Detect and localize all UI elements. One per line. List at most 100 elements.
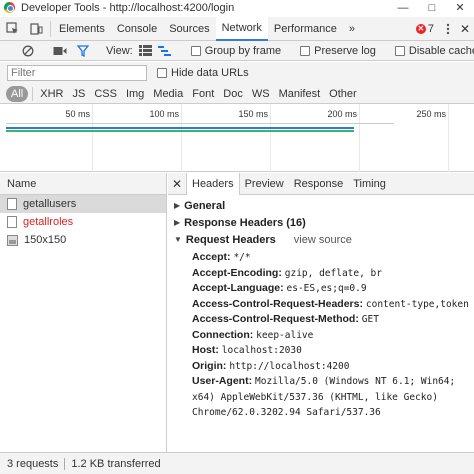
document-icon <box>7 198 17 210</box>
device-toolbar-button[interactable] <box>24 17 48 41</box>
tab-performance[interactable]: Performance <box>268 17 343 41</box>
view-label: View: <box>106 44 133 57</box>
devtools-tab-bar: Elements Console Sources Network Perform… <box>0 16 474 41</box>
collapsed-triangle-icon: ▶ <box>174 201 181 210</box>
type-filter-img[interactable]: Img <box>122 86 148 102</box>
preserve-log-checkbox[interactable]: Preserve log <box>300 45 376 57</box>
clear-button[interactable] <box>22 45 34 57</box>
view-source-link[interactable]: view source <box>294 234 352 246</box>
inspect-element-button[interactable] <box>0 17 24 41</box>
type-filter-other[interactable]: Other <box>325 86 361 102</box>
tab-console[interactable]: Console <box>111 17 163 41</box>
checkbox-box[interactable] <box>300 45 311 56</box>
name-column-header[interactable]: Name <box>0 173 166 195</box>
filter-bar: Hide data URLs <box>0 62 474 84</box>
header-value: GET <box>361 314 379 325</box>
checkbox-box[interactable] <box>394 45 405 56</box>
preserve-log-label: Preserve log <box>314 44 376 57</box>
resource-type-filters: All XHR JS CSS Img Media Font Doc WS Man… <box>0 84 474 104</box>
video-camera-icon <box>53 46 67 55</box>
header-value: es-ES,es;q=0.9 <box>286 283 367 294</box>
timeline-range-line <box>6 123 394 124</box>
status-bar: 3 requests 1.2 KB transferred <box>0 452 474 474</box>
request-count: 3 requests <box>7 457 59 470</box>
group-by-frame-label: Group by frame <box>204 44 282 57</box>
timeline-tick-label: 150 ms <box>238 109 268 119</box>
request-details-pane: ✕ Headers Preview Response Timing ▶ Gene… <box>168 173 474 452</box>
network-toolbar: View: Group by frame Preserve log Disabl… <box>0 41 474 61</box>
status-separator <box>64 457 66 470</box>
request-headers-section-toggle[interactable]: ▼ Request Headers view source <box>168 231 474 248</box>
request-row[interactable]: 150x150 <box>0 231 166 249</box>
type-filter-manifest[interactable]: Manifest <box>275 86 325 102</box>
tab-headers[interactable]: Headers <box>186 173 240 195</box>
disable-cache-checkbox[interactable]: Disable cache <box>394 44 474 57</box>
type-filter-doc[interactable]: Doc <box>219 86 247 102</box>
checkbox-box[interactable] <box>157 68 167 78</box>
customize-menu-button[interactable] <box>440 17 456 41</box>
overview-button[interactable] <box>157 45 172 56</box>
request-headers-list: Accept: */* Accept-Encoding: gzip, defla… <box>168 250 474 421</box>
header-row: Connection: keep-alive <box>168 328 474 344</box>
filter-toggle-button[interactable] <box>77 44 89 57</box>
disable-cache-label: Disable cache <box>408 44 474 57</box>
tab-preview[interactable]: Preview <box>240 173 289 195</box>
error-icon: ✕ <box>415 24 426 34</box>
header-row: Access-Control-Request-Method: GET <box>168 312 474 328</box>
close-window-button[interactable]: ✕ <box>446 0 474 15</box>
general-section-toggle[interactable]: ▶ General <box>168 197 474 214</box>
header-value: keep-alive <box>256 329 314 341</box>
tab-elements[interactable]: Elements <box>53 17 111 41</box>
timeline-request-bar <box>6 130 354 132</box>
type-filter-media[interactable]: Media <box>149 86 187 102</box>
close-devtools-button[interactable]: ✕ <box>456 17 474 41</box>
header-row: User-Agent: Mozilla/5.0 (Windows NT 6.1;… <box>168 374 474 421</box>
hide-data-urls-checkbox[interactable]: Hide data URLs <box>157 67 249 79</box>
hide-data-urls-label: Hide data URLs <box>171 67 249 79</box>
type-filter-font[interactable]: Font <box>188 86 218 102</box>
type-filter-ws[interactable]: WS <box>248 86 274 102</box>
minimize-button[interactable]: — <box>388 0 418 15</box>
details-tab-bar: ✕ Headers Preview Response Timing <box>168 173 474 195</box>
more-tabs-button[interactable]: » <box>343 17 361 41</box>
request-row[interactable]: getallroles <box>0 213 166 231</box>
tab-response[interactable]: Response <box>289 173 349 195</box>
timeline-gridline <box>359 104 360 172</box>
request-list: Name getallusers getallroles 150x150 <box>0 173 167 452</box>
close-details-button[interactable]: ✕ <box>168 177 186 191</box>
request-row[interactable]: getallusers <box>0 195 166 213</box>
maximize-button[interactable]: □ <box>418 0 446 15</box>
error-counter[interactable]: ✕ 7 <box>415 23 434 35</box>
timeline-tick-label: 250 ms <box>416 109 446 119</box>
type-separator <box>32 86 34 101</box>
type-filter-xhr[interactable]: XHR <box>36 86 67 102</box>
header-key: Access-Control-Request-Headers: <box>192 297 363 310</box>
tab-sources[interactable]: Sources <box>163 17 215 41</box>
tab-timing[interactable]: Timing <box>348 173 391 195</box>
clear-icon <box>22 45 34 56</box>
type-filter-js[interactable]: JS <box>68 86 89 102</box>
large-rows-button[interactable] <box>138 45 152 56</box>
header-key: Accept-Encoding: <box>192 266 282 279</box>
timeline-overview[interactable]: 50 ms 100 ms 150 ms 200 ms 250 ms <box>0 104 474 172</box>
header-value: */* <box>233 252 251 263</box>
header-key: Connection: <box>192 328 254 341</box>
filter-input[interactable] <box>7 65 147 81</box>
type-filter-all[interactable]: All <box>6 85 29 102</box>
header-value: content-type,token <box>365 298 469 310</box>
request-name: 150x150 <box>24 234 67 246</box>
header-row: Host: localhost:2030 <box>168 343 474 359</box>
more-vertical-icon <box>446 23 450 35</box>
timeline-tick-label: 50 ms <box>65 109 90 119</box>
header-row: Origin: http://localhost:4200 <box>168 359 474 375</box>
capture-screenshots-button[interactable] <box>53 46 67 56</box>
tab-network[interactable]: Network <box>215 16 268 41</box>
checkbox-box[interactable] <box>190 45 201 56</box>
type-filter-css[interactable]: CSS <box>90 86 121 102</box>
response-headers-section-toggle[interactable]: ▶ Response Headers (16) <box>168 214 474 231</box>
header-key: Host: <box>192 344 219 356</box>
header-key: Accept-Language: <box>192 282 284 294</box>
timeline-tick-label: 100 ms <box>149 109 179 119</box>
group-by-frame-checkbox[interactable]: Group by frame <box>190 44 282 57</box>
section-title: Response Headers (16) <box>184 216 306 229</box>
